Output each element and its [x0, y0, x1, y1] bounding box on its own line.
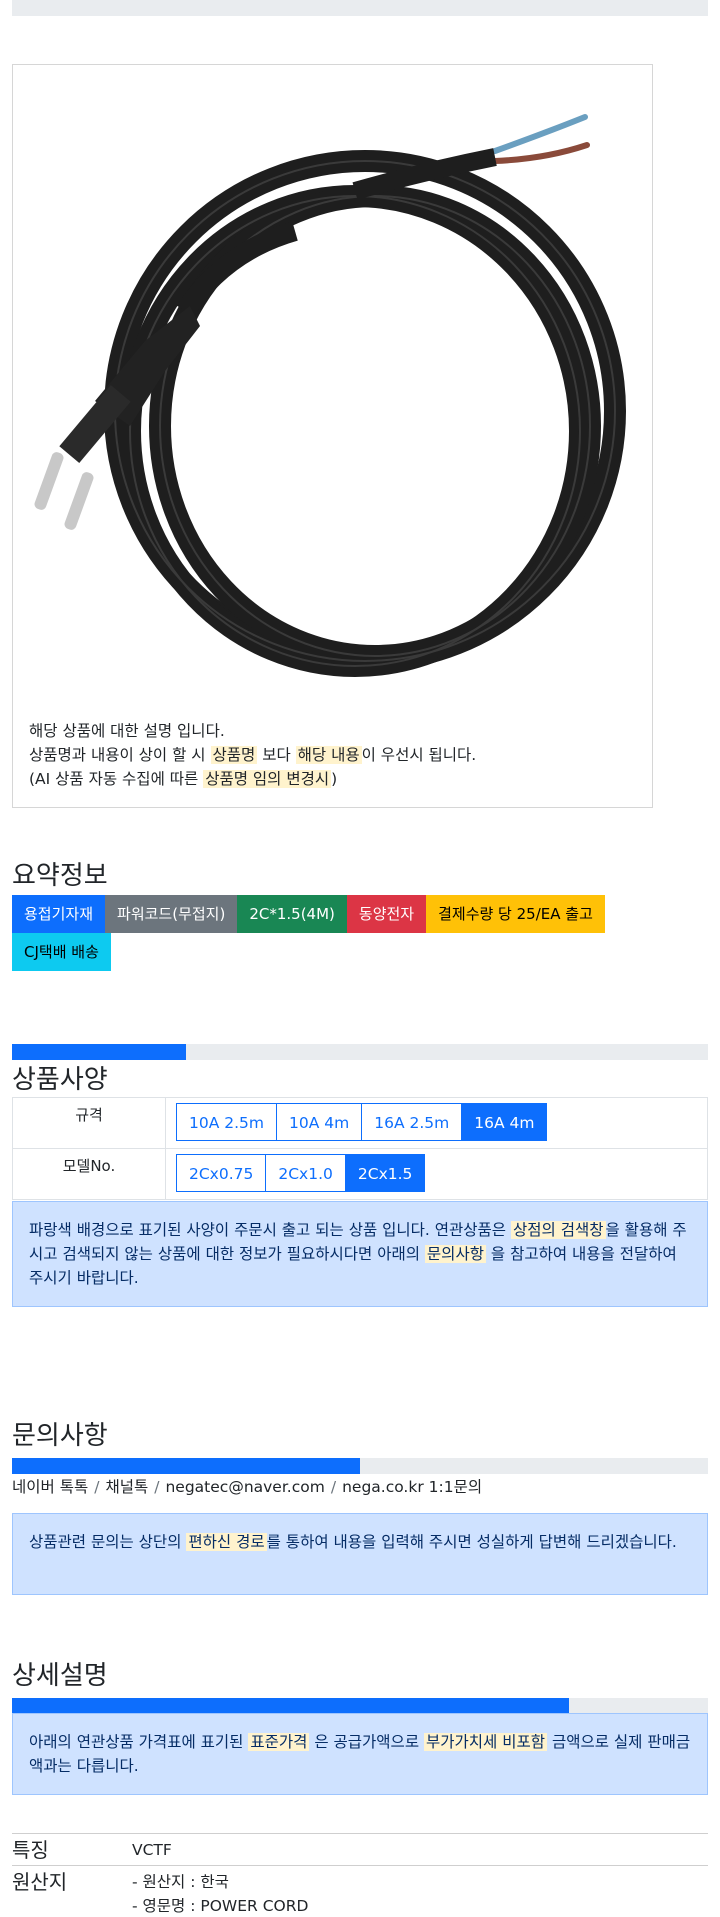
notice-text: 상품관련 문의는 상단의	[29, 1533, 187, 1551]
spec-options-model: 2Cx0.75 2Cx1.0 2Cx1.5	[165, 1148, 708, 1200]
highlight-inquiry: 문의사항	[424, 1245, 486, 1263]
highlight-standard-price: 표준가격	[248, 1733, 310, 1751]
highlight-vat-excluded: 부가가치세 비포함	[424, 1733, 548, 1751]
link-site-inquiry[interactable]: nega.co.kr 1:1문의	[342, 1478, 482, 1496]
description-line-3: (AI 상품 자동 수집에 따른 상품명 임의 변경시)	[29, 767, 476, 791]
description-text: 보다	[257, 746, 296, 764]
detail-info-table: 특징 VCTF 원산지 - 원산지 : 한국 - 영문명 : POWER COR…	[12, 1833, 708, 1917]
spec-title: 상품사양	[12, 1065, 108, 1095]
badge-product-type: 파워코드(무접지)	[105, 895, 238, 933]
badge-shipping-quantity: 결제수량 당 25/EA 출고	[426, 895, 605, 933]
spec-notice: 파랑색 배경으로 표기된 사양이 주문시 출고 되는 상품 입니다. 연관상품은…	[12, 1201, 708, 1307]
inquiry-title: 문의사항	[12, 1421, 108, 1451]
contact-links: 네이버 톡톡 / 채널톡 / negatec@naver.com / nega.co.kr …	[12, 1475, 482, 1497]
detail-progress-bar	[12, 1698, 708, 1714]
detail-notice: 아래의 연관상품 가격표에 표기된 표준가격 은 공급가액으로 부가가치세 비포…	[12, 1713, 708, 1795]
option-16a-2-5m[interactable]: 16A 2.5m	[361, 1103, 463, 1141]
link-email[interactable]: negatec@naver.com	[165, 1478, 324, 1496]
spec-row-model: 모델No. 2Cx0.75 2Cx1.0 2Cx1.5	[12, 1148, 708, 1200]
top-divider-bar	[12, 0, 708, 16]
option-2cx1-0[interactable]: 2Cx1.0	[265, 1154, 346, 1192]
description-text: )	[331, 770, 338, 788]
notice-text: 파랑색 배경으로 표기된 사양이 주문시 출고 되는 상품 입니다. 연관상품은	[29, 1221, 511, 1239]
option-2cx0-75[interactable]: 2Cx0.75	[176, 1154, 267, 1192]
notice-text: 은 공급가액으로	[309, 1733, 425, 1751]
inquiry-notice: 상품관련 문의는 상단의 편하신 경로 를 통하여 내용을 입력해 주시면 성실하…	[12, 1513, 708, 1595]
description-text: 상품명과 내용이 상이 할 시	[29, 746, 211, 764]
highlight-convenient-route: 편하신 경로	[186, 1533, 267, 1551]
spec-label-size: 규격	[12, 1097, 166, 1149]
badge-delivery: CJ택배 배송	[12, 933, 111, 971]
description-text: 이 우선시 됩니다.	[361, 746, 477, 764]
option-10a-2-5m[interactable]: 10A 2.5m	[176, 1103, 278, 1141]
inquiry-progress-fill	[12, 1458, 360, 1474]
link-naver-talktalk[interactable]: 네이버 톡톡	[12, 1478, 88, 1496]
highlight-content: 해당 내용	[295, 746, 362, 764]
info-key-feature: 특징	[12, 1833, 132, 1866]
detail-title: 상세설명	[12, 1661, 108, 1691]
spec-options-size: 10A 2.5m 10A 4m 16A 2.5m 16A 4m	[165, 1097, 708, 1149]
highlight-product-name: 상품명	[210, 746, 258, 764]
notice-text: 를 통하여 내용을 입력해 주시면 성실하게 답변해 드리겠습니다.	[266, 1533, 677, 1551]
info-value-line: VCTF	[132, 1841, 172, 1859]
info-value-origin: - 원산지 : 한국 - 영문명 : POWER CORD	[132, 1865, 708, 1917]
separator: /	[154, 1478, 160, 1496]
badge-manufacturer: 동양전자	[346, 895, 427, 933]
separator: /	[330, 1478, 337, 1496]
summary-title: 요약정보	[12, 861, 108, 891]
badge-category: 용접기자재	[12, 895, 106, 933]
option-16a-4m[interactable]: 16A 4m	[461, 1103, 548, 1141]
highlight-name-change: 상품명 임의 변경시	[203, 770, 332, 788]
product-image-card: 해당 상품에 대한 설명 입니다. 상품명과 내용이 상이 할 시 상품명 보다…	[12, 64, 653, 808]
info-value-line: - 영문명 : POWER CORD	[132, 1897, 309, 1915]
info-row-feature: 특징 VCTF	[12, 1833, 708, 1866]
notice-text: 아래의 연관상품 가격표에 표기된	[29, 1733, 249, 1751]
spec-progress-fill	[12, 1044, 186, 1060]
detail-progress-fill	[12, 1698, 569, 1714]
summary-badges: 용접기자재 파워코드(무접지) 2C*1.5(4M) 동양전자 결제수량 당 2…	[12, 895, 672, 971]
info-value-line: - 원산지 : 한국	[132, 1873, 229, 1891]
inquiry-progress-bar	[12, 1458, 708, 1474]
description-line-1: 해당 상품에 대한 설명 입니다.	[29, 722, 225, 740]
option-2cx1-5[interactable]: 2Cx1.5	[344, 1154, 426, 1192]
spec-table: 규격 10A 2.5m 10A 4m 16A 2.5m 16A 4m 모델No.…	[12, 1097, 708, 1200]
description-line-2: 상품명과 내용이 상이 할 시 상품명 보다 해당 내용 이 우선시 됩니다.	[29, 743, 476, 767]
product-description: 해당 상품에 대한 설명 입니다. 상품명과 내용이 상이 할 시 상품명 보다…	[29, 719, 476, 791]
info-value-feature: VCTF	[132, 1833, 708, 1866]
info-key-origin: 원산지	[12, 1865, 132, 1917]
spec-row-size: 규격 10A 2.5m 10A 4m 16A 2.5m 16A 4m	[12, 1097, 708, 1149]
spec-progress-bar	[12, 1044, 708, 1060]
info-row-origin: 원산지 - 원산지 : 한국 - 영문명 : POWER CORD	[12, 1865, 708, 1917]
option-10a-4m[interactable]: 10A 4m	[276, 1103, 363, 1141]
spec-label-model: 모델No.	[12, 1148, 166, 1200]
link-channel-talk[interactable]: 채널톡	[105, 1478, 148, 1496]
power-cord-image	[34, 114, 626, 677]
highlight-search-box: 상점의 검색창	[511, 1221, 606, 1239]
badge-spec: 2C*1.5(4M)	[237, 895, 347, 933]
description-text: (AI 상품 자동 수집에 따른	[29, 770, 204, 788]
separator: /	[94, 1478, 100, 1496]
